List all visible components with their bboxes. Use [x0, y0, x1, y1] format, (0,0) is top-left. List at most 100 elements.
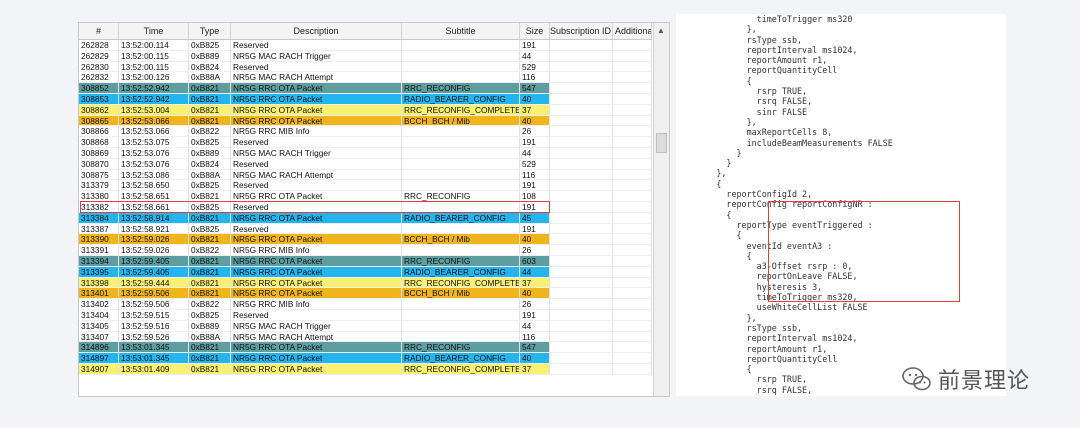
- log-table: # Time Type Description Subtitle Size Su…: [79, 23, 652, 396]
- table-row[interactable]: 314897 13:53:01.345 0xB821 NR5G RRC OTA Pac…: [79, 353, 652, 364]
- cell-subscription-id: [550, 158, 613, 170]
- cell-additional-info: [613, 234, 652, 246]
- table-row[interactable]: 313391 13:52:59.026 0xB822 NR5G RRC MIB Inf…: [79, 245, 652, 256]
- table-row[interactable]: 313379 13:52:58.650 0xB825 Reserved 191: [79, 180, 652, 192]
- cell-subtitle: [402, 72, 520, 84]
- cell-subscription-id: [550, 126, 613, 138]
- cell-time: 13:52:58.650: [119, 180, 189, 192]
- cell-description: NR5G RRC OTA Packet: [231, 234, 402, 246]
- cell-type: 0xB88A: [189, 169, 231, 181]
- cell-number: 308862: [79, 104, 119, 116]
- cell-subtitle: [402, 50, 520, 62]
- table-row[interactable]: 308865 13:52:53.066 0xB821 NR5G RRC OTA Pac…: [79, 115, 652, 127]
- table-row[interactable]: 313395 13:52:59.405 0xB821 NR5G RRC OTA Pac…: [79, 266, 652, 278]
- cell-size: 40: [520, 94, 550, 105]
- table-row[interactable]: 313398 13:52:59.444 0xB821 NR5G RRC OTA Pac…: [79, 277, 652, 289]
- cell-time: 13:52:59.405: [119, 256, 189, 267]
- table-row[interactable]: 313384 13:52:58.914 0xB821 NR5G RRC OTA Pac…: [79, 212, 652, 224]
- table-row[interactable]: 313390 13:52:59.026 0xB821 NR5G RRC OTA Pac…: [79, 234, 652, 246]
- cell-additional-info: [613, 364, 652, 375]
- col-header-time[interactable]: Time: [119, 23, 189, 39]
- cell-description: NR5G RRC OTA Packet: [231, 191, 402, 202]
- table-row[interactable]: 262829 13:52:00.115 0xB889 NR5G MAC RACH Tr…: [79, 50, 652, 62]
- cell-number: 262830: [79, 61, 119, 73]
- cell-number: 313382: [79, 202, 119, 213]
- cell-additional-info: [613, 310, 652, 321]
- table-row[interactable]: 308868 13:52:53.075 0xB825 Reserved 191: [79, 137, 652, 148]
- cell-number: 313391: [79, 245, 119, 256]
- cell-number: 308870: [79, 158, 119, 170]
- table-row[interactable]: 262832 13:52:00.126 0xB88A NR5G MAC RACH At…: [79, 72, 652, 84]
- cell-type: 0xB889: [189, 50, 231, 62]
- col-header-subscription-id[interactable]: Subscription ID: [550, 23, 613, 39]
- cell-description: NR5G RRC OTA Packet: [231, 83, 402, 94]
- table-row[interactable]: 313401 13:52:59.506 0xB821 NR5G RRC OTA Pac…: [79, 288, 652, 300]
- cell-number: 313390: [79, 234, 119, 246]
- cell-subtitle: RRC_RECONFIG: [402, 342, 520, 354]
- col-header-additional-info[interactable]: Additional Info: [613, 23, 652, 39]
- cell-type: 0xB821: [189, 364, 231, 375]
- table-row[interactable]: 313407 13:52:59.526 0xB88A NR5G MAC RACH At…: [79, 331, 652, 343]
- table-row[interactable]: 313404 13:52:59.515 0xB825 Reserved 191: [79, 310, 652, 321]
- cell-type: 0xB825: [189, 137, 231, 148]
- cell-subscription-id: [550, 148, 613, 159]
- col-header-size[interactable]: Size: [520, 23, 550, 39]
- cell-subtitle: RADIO_BEARER_CONFIG: [402, 212, 520, 224]
- table-row[interactable]: 313394 13:52:59.405 0xB821 NR5G RRC OTA Pac…: [79, 256, 652, 267]
- cell-time: 13:52:53.075: [119, 137, 189, 148]
- cell-type: 0xB825: [189, 40, 231, 51]
- cell-type: 0xB889: [189, 320, 231, 332]
- cell-number: 308865: [79, 115, 119, 127]
- col-header-type[interactable]: Type: [189, 23, 231, 39]
- cell-description: NR5G RRC MIB Info: [231, 126, 402, 138]
- table-row[interactable]: 308870 13:52:53.076 0xB824 Reserved 529: [79, 158, 652, 170]
- cell-size: 45: [520, 212, 550, 224]
- table-row[interactable]: 262828 13:52:00.114 0xB825 Reserved 191: [79, 40, 652, 51]
- table-row[interactable]: 314896 13:53:01.345 0xB821 NR5G RRC OTA Pac…: [79, 342, 652, 354]
- table-row[interactable]: 313380 13:52:58.651 0xB821 NR5G RRC OTA Pac…: [79, 191, 652, 202]
- cell-subscription-id: [550, 277, 613, 289]
- cell-time: 13:52:00.115: [119, 61, 189, 73]
- table-row[interactable]: 308875 13:52:53.086 0xB88A NR5G MAC RACH At…: [79, 169, 652, 181]
- cell-subscription-id: [550, 320, 613, 332]
- vertical-scrollbar[interactable]: ▲: [653, 23, 669, 396]
- cell-subscription-id: [550, 180, 613, 192]
- table-row[interactable]: 313405 13:52:59.516 0xB889 NR5G MAC RACH Tr…: [79, 320, 652, 332]
- cell-number: 308868: [79, 137, 119, 148]
- col-header-subtitle[interactable]: Subtitle: [402, 23, 520, 39]
- table-row[interactable]: 308852 13:52:52.942 0xB821 NR5G RRC OTA Pac…: [79, 83, 652, 94]
- cell-subtitle: [402, 169, 520, 181]
- cell-size: 37: [520, 104, 550, 116]
- cell-time: 13:52:59.506: [119, 299, 189, 310]
- cell-additional-info: [613, 245, 652, 256]
- scrollbar-thumb[interactable]: [656, 133, 667, 153]
- cell-subscription-id: [550, 342, 613, 354]
- cell-subscription-id: [550, 61, 613, 73]
- cell-subtitle: RADIO_BEARER_CONFIG: [402, 353, 520, 364]
- col-header-number[interactable]: #: [79, 23, 119, 39]
- cell-additional-info: [613, 212, 652, 224]
- table-row[interactable]: 313387 13:52:58.921 0xB825 Reserved 191: [79, 223, 652, 235]
- table-row[interactable]: 313382 13:52:58.661 0xB825 Reserved 191: [79, 202, 652, 213]
- cell-description: NR5G RRC OTA Packet: [231, 353, 402, 364]
- table-row[interactable]: 308853 13:52:52.942 0xB821 NR5G RRC OTA Pac…: [79, 94, 652, 105]
- table-row[interactable]: 262830 13:52:00.115 0xB824 Reserved 529: [79, 61, 652, 73]
- col-header-description[interactable]: Description: [231, 23, 402, 39]
- cell-time: 13:52:59.516: [119, 320, 189, 332]
- cell-number: 308853: [79, 94, 119, 105]
- cell-number: 314897: [79, 353, 119, 364]
- table-row[interactable]: 313402 13:52:59.506 0xB822 NR5G RRC MIB Inf…: [79, 299, 652, 310]
- table-row[interactable]: 308866 13:52:53.066 0xB822 NR5G RRC MIB Inf…: [79, 126, 652, 138]
- cell-number: 308869: [79, 148, 119, 159]
- table-row[interactable]: 308869 13:52:53.076 0xB889 NR5G MAC RACH Tr…: [79, 148, 652, 159]
- cell-time: 13:52:00.126: [119, 72, 189, 84]
- table-row[interactable]: 308862 13:52:53.004 0xB821 NR5G RRC OTA Pac…: [79, 104, 652, 116]
- scroll-up-arrow-icon[interactable]: ▲: [657, 26, 665, 35]
- watermark-text: 前景理论: [938, 369, 1031, 394]
- cell-size: 191: [520, 223, 550, 235]
- cell-subtitle: [402, 331, 520, 343]
- cell-time: 13:52:59.444: [119, 277, 189, 289]
- cell-subtitle: RRC_RECONFIG_COMPLETE: [402, 104, 520, 116]
- table-row[interactable]: 314907 13:53:01.409 0xB821 NR5G RRC OTA Pac…: [79, 364, 652, 375]
- cell-additional-info: [613, 331, 652, 343]
